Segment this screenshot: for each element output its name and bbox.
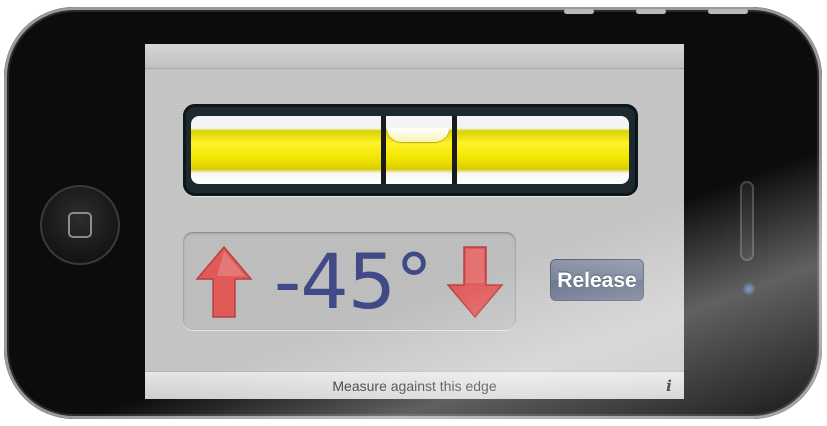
arrow-up-icon[interactable] xyxy=(195,245,253,319)
phone-frame: -45° Release Measure against this edge i xyxy=(4,7,822,419)
front-camera xyxy=(743,283,755,295)
power-button xyxy=(708,9,748,14)
measure-edge-label: Measure against this edge xyxy=(332,378,497,394)
angle-value: -45° xyxy=(273,237,433,326)
top-bar xyxy=(145,44,684,69)
release-button[interactable]: Release xyxy=(550,259,644,301)
angle-readout-panel: -45° xyxy=(183,232,516,330)
app-screen: -45° Release Measure against this edge i xyxy=(145,44,684,399)
spirit-level-vial xyxy=(183,104,638,196)
home-button-icon xyxy=(68,212,92,238)
earpiece-speaker xyxy=(740,181,754,261)
arrow-down-icon[interactable] xyxy=(446,245,504,319)
vial-marker-left xyxy=(381,116,386,184)
volume-button xyxy=(564,9,594,14)
vial-marker-right xyxy=(452,116,457,184)
home-button[interactable] xyxy=(40,185,120,265)
info-icon[interactable]: i xyxy=(661,377,677,395)
vial-liquid xyxy=(191,116,629,184)
bottom-bar: Measure against this edge i xyxy=(145,371,684,399)
volume-button-2 xyxy=(636,9,666,14)
level-bubble xyxy=(387,128,449,142)
